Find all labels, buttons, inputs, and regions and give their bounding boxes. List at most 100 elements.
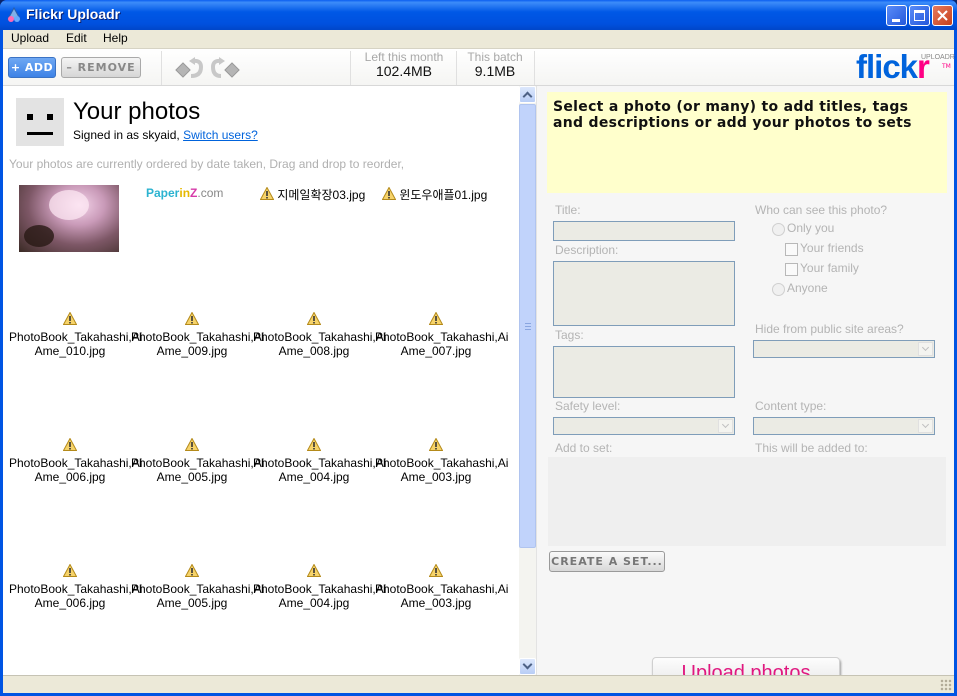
photo-item[interactable]: PhotoBook_Takahashi,Ai Ame_006.jpg	[9, 564, 142, 610]
photo-item[interactable]: PhotoBook_Takahashi,Ai Ame_006.jpg	[9, 438, 143, 484]
avatar-mouth	[27, 132, 53, 135]
photo-item[interactable]: 윈도우애플01.jpg	[382, 186, 487, 203]
paperinz-thumbnail[interactable]: PaperinZ.com	[146, 186, 223, 200]
chevron-down-icon	[522, 659, 533, 670]
logo-part: in	[179, 186, 191, 200]
photo-item[interactable]: 지메일확장03.jpg	[260, 186, 365, 203]
file-name-line2: Ame_006.jpg	[34, 596, 106, 610]
close-button[interactable]	[932, 5, 953, 26]
logo-sub: UPLOADR	[921, 54, 955, 61]
description-input[interactable]	[553, 261, 735, 326]
warning-icon	[260, 187, 274, 200]
stat-label: This batch	[467, 50, 523, 64]
toolbar: + ADD – REMOVE Left this month 102.4MB T…	[3, 48, 955, 86]
description-label: Description:	[555, 243, 619, 257]
tags-label: Tags:	[555, 328, 584, 342]
radio-only-you[interactable]	[772, 223, 785, 236]
file-name: 윈도우애플01.jpg	[399, 188, 488, 202]
photo-item[interactable]: PhotoBook_Takahashi,Ai Ame_003.jpg	[375, 564, 508, 610]
menu-upload[interactable]: Upload	[11, 31, 49, 45]
menu-help[interactable]: Help	[103, 31, 128, 45]
photo-item[interactable]: PhotoBook_Takahashi,Ai Ame_004.jpg	[253, 564, 386, 610]
warning-icon	[307, 312, 321, 325]
client-area: Upload Edit Help + ADD – REMOVE Left thi…	[3, 30, 955, 693]
page-title: Your photos	[73, 98, 201, 125]
photo-item[interactable]: PhotoBook_Takahashi,Ai Ame_009.jpg	[131, 312, 265, 358]
signed-in-text: Signed in as skyaid, Switch users?	[73, 128, 258, 142]
logo-main: flick	[856, 48, 918, 85]
add-button[interactable]: + ADD	[8, 57, 56, 78]
file-name-line1: PhotoBook_Takahashi,Ai	[375, 456, 509, 470]
stat-value: 9.1MB	[474, 63, 516, 79]
radio-anyone[interactable]	[772, 283, 785, 296]
content-type-select[interactable]	[753, 417, 935, 435]
photo-thumbnail[interactable]	[19, 185, 119, 252]
warning-icon	[63, 438, 77, 451]
switch-users-link[interactable]: Switch users?	[183, 128, 258, 142]
photo-item[interactable]: PhotoBook_Takahashi,Ai Ame_005.jpg	[131, 564, 265, 610]
warning-icon	[63, 564, 77, 577]
chevron-down-icon	[918, 419, 933, 433]
file-name-line2: Ame_004.jpg	[278, 470, 350, 484]
scroll-thumb[interactable]	[519, 104, 536, 548]
photo-item[interactable]: PhotoBook_Takahashi,Ai Ame_003.jpg	[375, 438, 509, 484]
create-set-button[interactable]: CREATE A SET...	[549, 551, 665, 572]
rotate-right-icon[interactable]	[209, 56, 245, 80]
file-name-line1: PhotoBook_Takahashi,Ai	[253, 456, 387, 470]
remove-button[interactable]: – REMOVE	[61, 57, 141, 78]
add-to-set-label: Add to set:	[555, 441, 613, 455]
stat-this-batch: This batch 9.1MB	[459, 50, 531, 79]
file-name-line2: Ame_006.jpg	[34, 470, 106, 484]
title-bar[interactable]: Flickr Uploadr	[0, 0, 957, 30]
file-name-line2: Ame_004.jpg	[278, 596, 350, 610]
toolbar-separator	[456, 51, 457, 85]
file-name-line1: PhotoBook_Takahashi,Ai	[253, 330, 387, 344]
warning-icon	[63, 312, 77, 325]
grip-icon	[525, 323, 531, 331]
maximize-button[interactable]	[909, 5, 930, 26]
warning-icon	[307, 438, 321, 451]
logo-part: .com	[197, 186, 224, 200]
photo-item[interactable]: PhotoBook_Takahashi,Ai Ame_007.jpg	[375, 312, 508, 358]
scroll-down-button[interactable]	[519, 658, 536, 675]
minimize-icon	[892, 19, 900, 22]
set-list[interactable]	[548, 457, 946, 546]
logo-text: flickr	[856, 48, 930, 86]
warning-icon	[185, 438, 199, 451]
hide-select[interactable]	[753, 340, 935, 358]
rotate-left-icon[interactable]	[175, 56, 211, 80]
file-name-line2: Ame_010.jpg	[34, 344, 106, 358]
window-title: Flickr Uploadr	[26, 6, 121, 22]
avatar-eye	[47, 114, 53, 120]
family-label: Your family	[800, 261, 859, 275]
photos-pane: Your photos Signed in as skyaid, Switch …	[3, 86, 519, 675]
vertical-scrollbar[interactable]	[519, 86, 536, 675]
photo-item[interactable]: PhotoBook_Takahashi,Ai Ame_008.jpg	[253, 312, 387, 358]
scroll-up-button[interactable]	[519, 86, 536, 103]
file-name-line2: Ame_008.jpg	[278, 344, 350, 358]
photo-item[interactable]: PhotoBook_Takahashi,Ai Ame_005.jpg	[131, 438, 265, 484]
title-input[interactable]	[553, 221, 735, 241]
checkbox-friends[interactable]	[785, 243, 798, 256]
checkbox-family[interactable]	[785, 263, 798, 276]
file-name-line1: PhotoBook_Takahashi,Ai	[131, 330, 265, 344]
photo-item[interactable]: PhotoBook_Takahashi,Ai Ame_010.jpg	[9, 312, 142, 358]
safety-select[interactable]	[553, 417, 735, 435]
chevron-down-icon	[718, 419, 733, 433]
added-to-label: This will be added to:	[755, 441, 868, 455]
photo-item[interactable]: PhotoBook_Takahashi,Ai Ame_004.jpg	[253, 438, 387, 484]
privacy-label: Who can see this photo?	[755, 203, 888, 217]
resize-grip[interactable]	[940, 679, 952, 691]
file-name-line1: PhotoBook_Takahashi,Ai	[131, 582, 265, 596]
file-name-line1: PhotoBook_Takahashi,Ai	[9, 456, 143, 470]
avatar-eye	[27, 114, 33, 120]
file-name-line1: PhotoBook_Takahashi,Ai	[131, 456, 265, 470]
maximize-icon	[914, 10, 925, 21]
minimize-button[interactable]	[886, 5, 907, 26]
menu-edit[interactable]: Edit	[66, 31, 87, 45]
hide-label: Hide from public site areas?	[755, 322, 904, 336]
chevron-down-icon	[918, 342, 933, 356]
warning-icon	[185, 312, 199, 325]
file-name-line2: Ame_003.jpg	[400, 596, 472, 610]
tags-input[interactable]	[553, 346, 735, 398]
